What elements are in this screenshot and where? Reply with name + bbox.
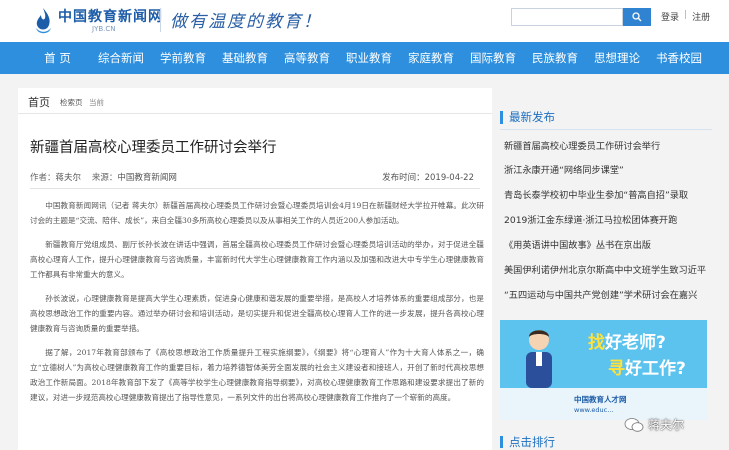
nav-item-preschool[interactable]: 学前教育 [152, 42, 214, 74]
article-title: 新疆首届高校心理委员工作研讨会举行 [30, 140, 277, 156]
publish-time: 发布时间：2019-04-22 [382, 171, 474, 183]
section-marker [500, 111, 503, 124]
search-input[interactable] [511, 8, 623, 26]
register-link[interactable]: 注册 [692, 10, 710, 23]
news-link[interactable]: 青岛长泰学校初中毕业生参加“普高自招”录取 [504, 187, 710, 201]
logo-url: JYB.CN [92, 24, 116, 33]
nav-item-news[interactable]: 综合新闻 [90, 42, 152, 74]
article-paragraph: 新疆教育厅党组成员、副厅长孙长波在讲话中强调，首届全疆高校心理委员工作研讨会暨心… [30, 240, 484, 279]
breadcrumb-search[interactable]: 检索页 [60, 97, 83, 108]
nav-item-theory[interactable]: 思想理论 [586, 42, 648, 74]
ad-accent-2: 寻 [608, 359, 625, 379]
nav-item-home[interactable]: 首 页 [30, 42, 85, 74]
ad-text-1: 好老师? [605, 333, 666, 353]
breadcrumb: 首页 检索页 当前 [18, 88, 492, 114]
watermark-text: 蒋夫尔 [648, 418, 685, 432]
latest-divider [500, 129, 712, 130]
ad-text-2: 好工作? [625, 359, 686, 379]
nav-item-books[interactable]: 书香校园 [648, 42, 710, 74]
news-link[interactable]: 浙江永康开通“网络同步课堂” [504, 162, 710, 176]
latest-header: 最新发布 [500, 108, 712, 128]
nav-item-international[interactable]: 国际教育 [462, 42, 524, 74]
teacher-illustration-icon [526, 330, 552, 388]
latest-title: 最新发布 [509, 110, 555, 124]
article-body: 中国教育新闻网讯（记者 蒋夫尔）新疆首届高校心理委员工作研讨会暨心理委员培训会4… [30, 198, 484, 414]
breadcrumb-home[interactable]: 首页 [28, 94, 50, 110]
article-paragraph: 据了解，2017年教育部颁布了《高校思想政治工作质量提升工程实施纲要》，《纲要》… [30, 348, 484, 402]
ad-headline-1: 找好老师? [588, 328, 666, 353]
date-label: 发布时间： [382, 173, 425, 183]
search-button[interactable] [623, 8, 651, 26]
breadcrumb-current: 当前 [89, 98, 104, 107]
ad-url: www.educ... [574, 406, 614, 414]
popular-header: 点击排行 [500, 432, 712, 450]
source-label: 来源： [91, 173, 118, 183]
login-link[interactable]: 登录 [661, 10, 679, 23]
news-link[interactable]: “五四运动与中国共产党创建”学术研讨会在嘉兴 [504, 287, 710, 301]
publish-date: 2019-04-22 [424, 173, 474, 183]
ad-accent-1: 找 [588, 333, 605, 353]
author-label: 作者： [30, 173, 56, 183]
author-name: 蒋夫尔 [55, 173, 82, 183]
section-marker [500, 436, 503, 448]
nav-item-family[interactable]: 家庭教育 [400, 42, 462, 74]
header-divider [160, 8, 161, 32]
wechat-watermark: 蒋夫尔 [624, 416, 684, 433]
flame-logo-icon [36, 8, 51, 34]
main-nav: 首 页 综合新闻 学前教育 基础教育 高等教育 职业教育 家庭教育 国际教育 民… [0, 42, 729, 74]
search-icon [632, 12, 642, 22]
wechat-icon [624, 417, 644, 432]
nav-item-basic[interactable]: 基础教育 [214, 42, 276, 74]
news-link[interactable]: 新疆首届高校心理委员工作研讨会举行 [504, 138, 710, 152]
ad-brand: 中国教育人才网 [574, 395, 627, 404]
logo-text: 中国教育新闻网 [58, 8, 163, 25]
link-separator: | [684, 10, 688, 20]
ad-headline-2: 寻好工作? [608, 354, 686, 379]
article-panel: 首页 检索页 当前 新疆首届高校心理委员工作研讨会举行 作者：蒋夫尔 来源：中国… [18, 88, 492, 450]
article-paragraph: 孙长波说，心理健康教育是提高大学生心理素质，促进身心健康和谐发展的重要举措，是高… [30, 294, 484, 333]
recruitment-ad-banner[interactable]: 找好老师? 寻好工作? 中国教育人才网 www.educ... [500, 320, 707, 420]
article-paragraph: 中国教育新闻网讯（记者 蒋夫尔）新疆首届高校心理委员工作研讨会暨心理委员培训会4… [30, 201, 484, 225]
site-header: 中国教育新闻网 JYB.CN 做有温度的教育！ 登录 | 注册 [0, 0, 729, 42]
meta-divider [30, 188, 480, 189]
slogan: 做有温度的教育！ [170, 12, 322, 32]
news-link[interactable]: 《用英语讲中国故事》丛书在京出版 [504, 237, 710, 251]
account-links: 登录 | 注册 [661, 10, 710, 23]
nav-item-vocational[interactable]: 职业教育 [338, 42, 400, 74]
article-meta: 作者：蒋夫尔 来源：中国教育新闻网 发布时间：2019-04-22 [30, 171, 480, 185]
news-link[interactable]: 2019浙江金东绿道·浙江马拉松团体赛开跑 [504, 212, 710, 226]
source-name: 中国教育新闻网 [117, 173, 177, 183]
news-link[interactable]: 美国伊利诺伊州北京尔斯高中中文班学生致习近平 [504, 262, 710, 276]
nav-item-higher[interactable]: 高等教育 [276, 42, 338, 74]
popular-title: 点击排行 [509, 435, 555, 449]
site-logo[interactable]: 中国教育新闻网 JYB.CN [32, 4, 163, 38]
nav-item-ethnic[interactable]: 民族教育 [524, 42, 586, 74]
